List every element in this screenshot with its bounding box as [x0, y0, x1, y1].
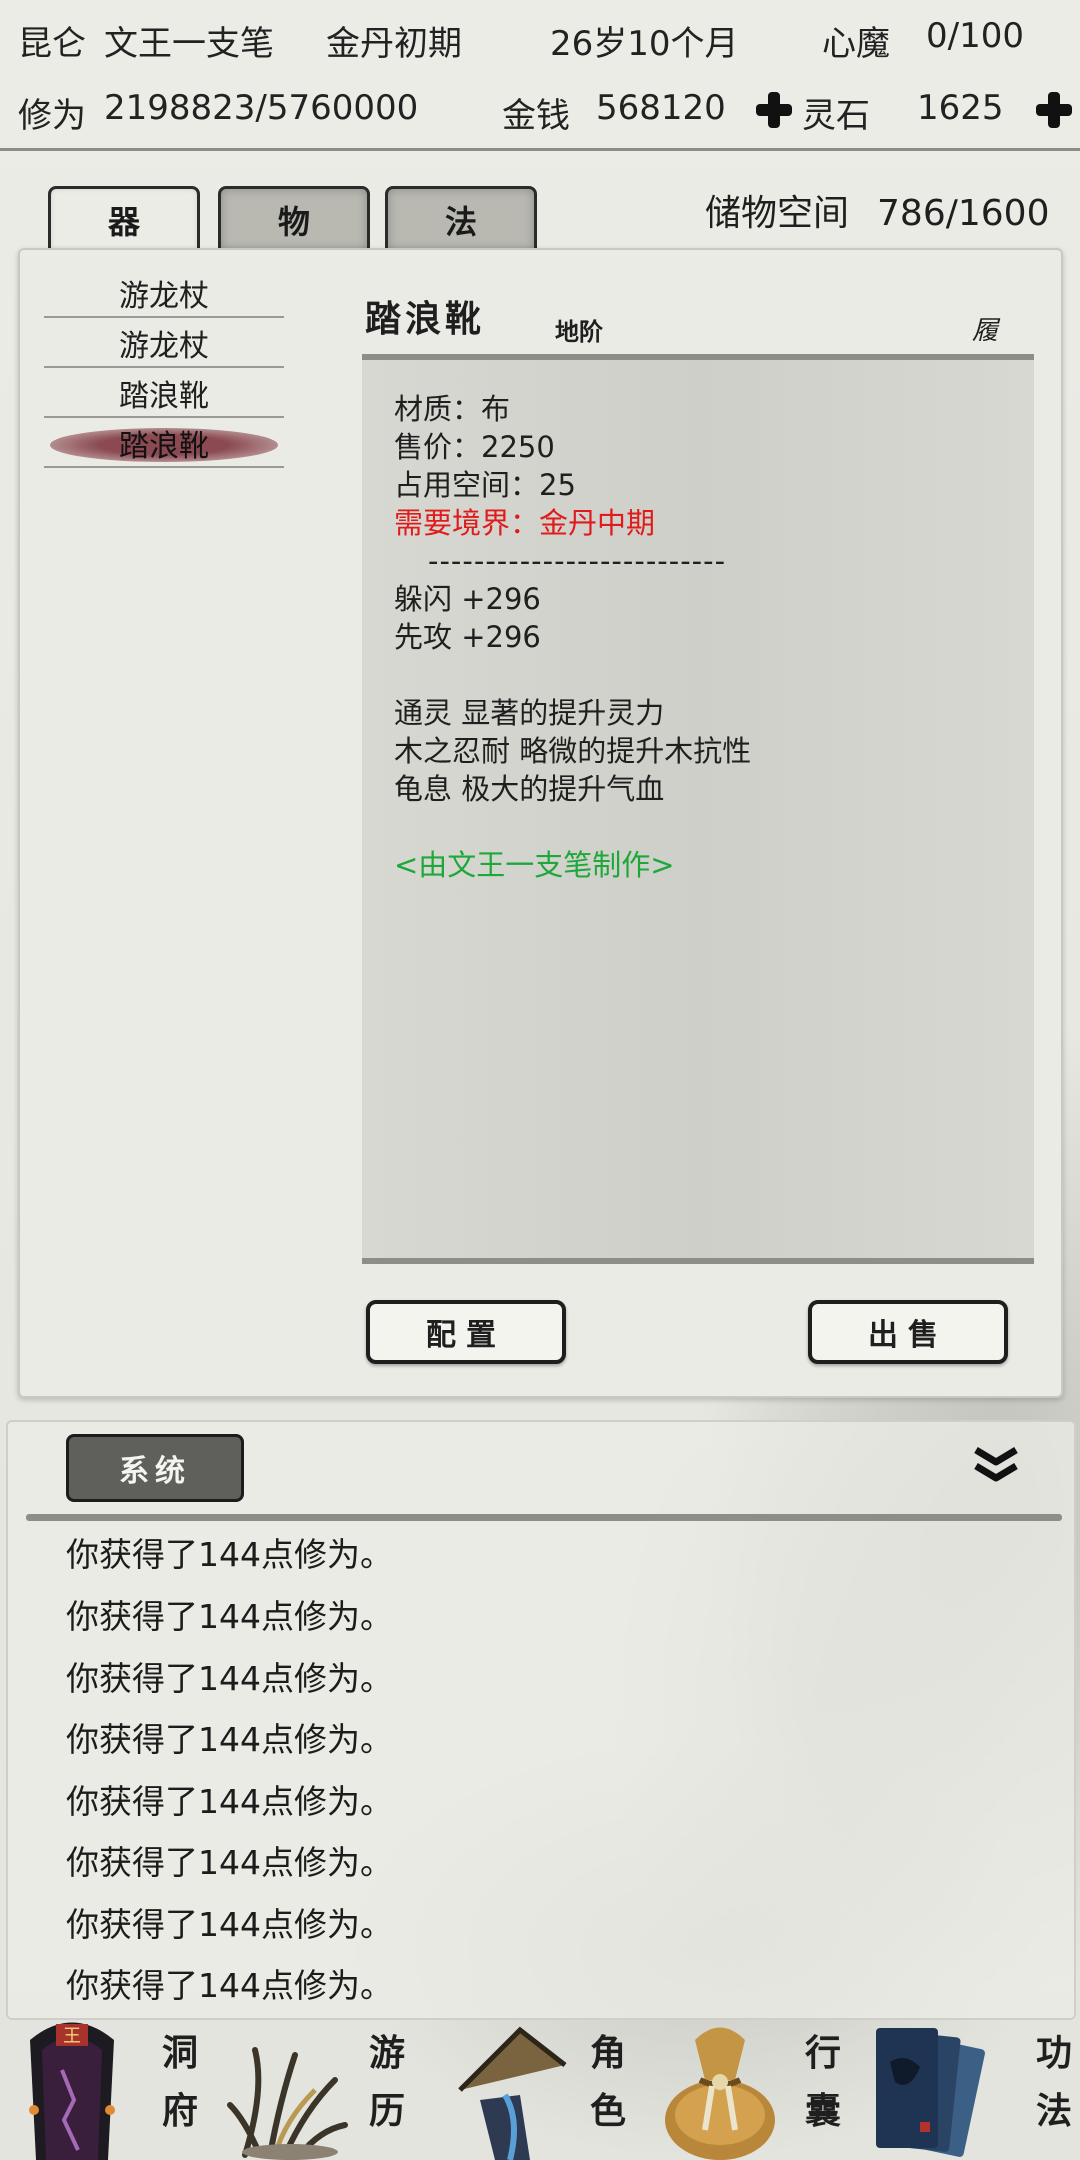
item-stat: 先攻 +296	[394, 620, 541, 654]
equip-button[interactable]: 配置	[366, 1300, 566, 1364]
item-effect: 通灵 显著的提升灵力	[394, 696, 665, 730]
tab-system[interactable]: 系统	[66, 1434, 244, 1502]
straw-hat-icon	[458, 2026, 567, 2160]
realm: 金丹初期	[326, 24, 462, 64]
item-material: 材质：布	[394, 392, 511, 426]
nav-label: 角色	[589, 2032, 626, 2132]
item-separator: --------------------------	[428, 544, 727, 578]
log-divider	[26, 1514, 1062, 1521]
player-name: 文王一支笔	[104, 24, 274, 64]
svg-text:王: 王	[63, 2026, 81, 2047]
storage-label: 储物空间	[705, 193, 850, 234]
inventory-panel: 游龙杖 游龙杖 踏浪靴 踏浪靴 踏浪靴 地阶 履 材质：布 售价：2250 占用…	[18, 248, 1063, 1398]
cloth-bag-icon	[665, 2027, 775, 2160]
tab-techniques[interactable]: 法	[385, 186, 537, 250]
storage-space: 储物空间 786/1600	[705, 184, 1049, 236]
log-message: 你获得了144点修为。	[66, 1720, 393, 1759]
log-message: 你获得了144点修为。	[66, 1966, 393, 2005]
money-label: 金钱	[502, 96, 570, 136]
nav-label: 行囊	[804, 2032, 841, 2132]
cave-gate-icon: 王	[29, 2022, 115, 2160]
add-money-icon[interactable]	[754, 90, 794, 130]
demon-label: 心魔	[822, 24, 890, 64]
item-detail-scroll: 材质：布 售价：2250 占用空间：25 需要境界：金丹中期 ---------…	[362, 354, 1034, 1264]
sect-name: 昆仑	[18, 24, 86, 64]
log-message: 你获得了144点修为。	[66, 1659, 393, 1698]
grass-icon	[227, 2047, 348, 2160]
demon-value: 0/100	[926, 16, 1024, 56]
status-header: 昆仑 文王一支笔 金丹初期 26岁10个月 心魔 0/100 修为 219882…	[0, 0, 1080, 150]
log-message: 你获得了144点修为。	[66, 1782, 393, 1821]
money-value: 568120	[596, 88, 726, 128]
cultivation-label: 修为	[18, 96, 86, 136]
sell-button[interactable]: 出售	[808, 1300, 1008, 1364]
item-maker: <由文王一支笔制作>	[394, 848, 675, 882]
item-requirement: 需要境界：金丹中期	[394, 506, 656, 540]
bottom-nav: 王 洞府 游历 角色 行囊 功 法	[0, 2010, 1080, 2160]
nav-techniques[interactable]: 功法	[870, 2010, 1080, 2160]
stone-label: 灵石	[802, 96, 870, 136]
item-name: 踏浪靴	[365, 298, 486, 340]
add-stone-icon[interactable]	[1034, 90, 1074, 130]
nav-label: 功法	[1035, 2032, 1072, 2132]
collapse-chevron-icon[interactable]	[972, 1446, 1020, 1486]
list-item-selected[interactable]: 踏浪靴	[44, 420, 284, 468]
stone-value: 1625	[917, 88, 1004, 128]
nav-label: 游历	[368, 2032, 405, 2132]
message-log: 系统 你获得了144点修为。 你获得了144点修为。 你获得了144点修为。 你…	[6, 1420, 1076, 2020]
log-message: 你获得了144点修为。	[66, 1597, 393, 1636]
list-item[interactable]: 游龙杖	[44, 320, 284, 368]
tab-items[interactable]: 物	[218, 186, 370, 250]
tab-equipment[interactable]: 器	[48, 186, 200, 250]
cultivation-value: 2198823/5760000	[104, 88, 419, 128]
item-effect: 龟息 极大的提升气血	[394, 772, 665, 806]
item-tier: 地阶	[555, 317, 603, 346]
item-price: 售价：2250	[394, 430, 555, 464]
item-space: 占用空间：25	[394, 468, 576, 502]
list-item[interactable]: 踏浪靴	[44, 370, 284, 418]
list-item[interactable]: 游龙杖	[44, 270, 284, 318]
log-message: 你获得了144点修为。	[66, 1905, 393, 1944]
age: 26岁10个月	[550, 24, 739, 64]
nav-label: 洞府	[161, 2032, 198, 2132]
item-slot: 履	[972, 316, 999, 346]
item-description: 材质：布 售价：2250 占用空间：25 需要境界：金丹中期 ---------…	[394, 390, 751, 884]
log-message: 你获得了144点修为。	[66, 1535, 393, 1574]
item-stat: 躲闪 +296	[394, 582, 541, 616]
header-divider	[0, 148, 1080, 151]
storage-value: 786/1600	[877, 193, 1050, 234]
nav-travel[interactable]: 游历	[215, 2010, 485, 2160]
log-message: 你获得了144点修为。	[66, 1843, 393, 1882]
scroll-books-icon	[876, 2028, 985, 2157]
item-effect: 木之忍耐 略微的提升木抗性	[394, 734, 752, 768]
